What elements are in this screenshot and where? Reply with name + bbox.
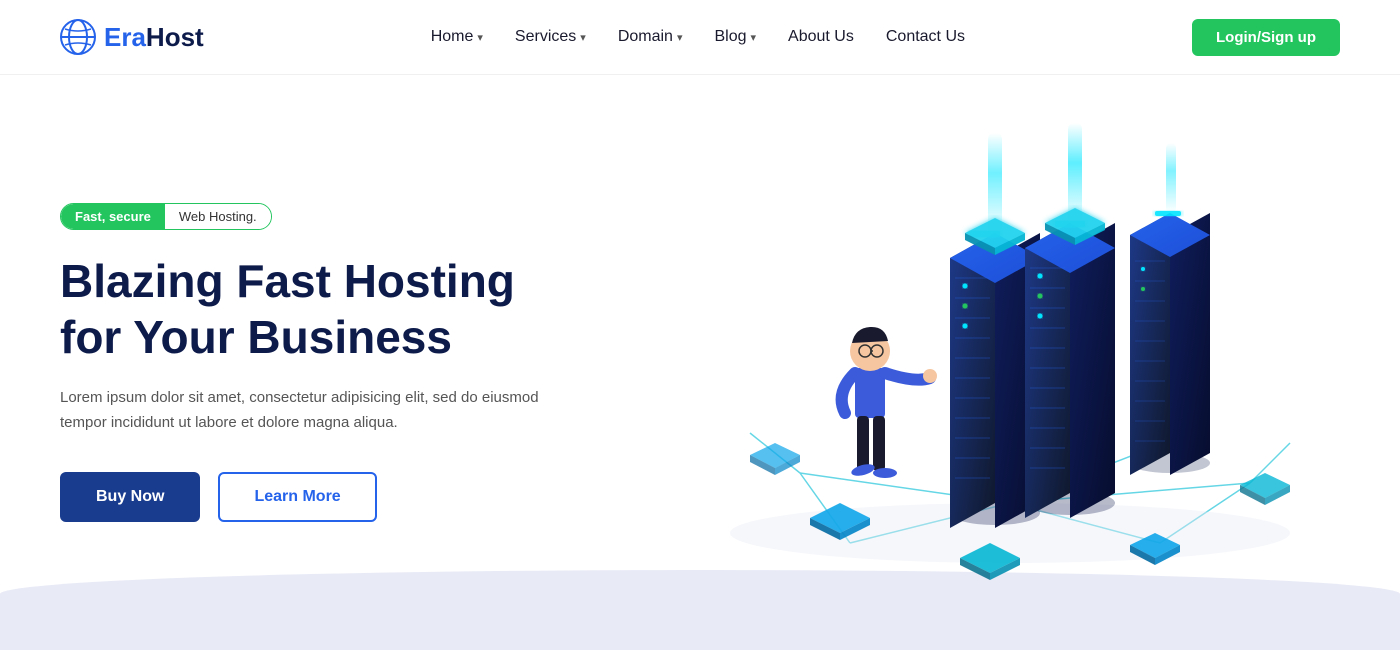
nav-link-blog[interactable]: Blog ▾ (714, 28, 756, 46)
badge-highlight: Fast, secure (61, 204, 165, 229)
nav-item-services[interactable]: Services ▾ (515, 28, 586, 46)
nav-item-domain[interactable]: Domain ▾ (618, 28, 683, 46)
chevron-down-icon: ▾ (477, 31, 483, 44)
nav-link-domain[interactable]: Domain ▾ (618, 28, 683, 46)
chevron-down-icon: ▾ (677, 31, 683, 44)
hero-content: Fast, secure Web Hosting. Blazing Fast H… (60, 203, 680, 521)
logo-icon (60, 19, 96, 55)
nav-link-contact[interactable]: Contact Us (886, 28, 965, 46)
nav-item-contact[interactable]: Contact Us (886, 28, 965, 46)
hero-badge: Fast, secure Web Hosting. (60, 203, 272, 230)
logo[interactable]: EraHost (60, 19, 204, 55)
hero-buttons: Buy Now Learn More (60, 472, 680, 522)
learn-more-button[interactable]: Learn More (218, 472, 376, 522)
person-figure (842, 326, 937, 477)
hero-title: Blazing Fast Hosting for Your Business (60, 254, 680, 364)
nav-item-home[interactable]: Home ▾ (431, 28, 483, 46)
logo-text: EraHost (104, 22, 204, 53)
hero-description: Lorem ipsum dolor sit amet, consectetur … (60, 385, 540, 436)
nav-link-about[interactable]: About Us (788, 28, 854, 46)
nav-links: Home ▾ Services ▾ Domain ▾ Blog ▾ About (431, 28, 965, 46)
nav-item-about[interactable]: About Us (788, 28, 854, 46)
server-scene (700, 113, 1320, 613)
server-illustration-svg (700, 113, 1320, 613)
navbar: EraHost Home ▾ Services ▾ Domain ▾ Blog (0, 0, 1400, 75)
nav-item-blog[interactable]: Blog ▾ (714, 28, 756, 46)
chevron-down-icon: ▾ (751, 31, 757, 44)
nav-link-services[interactable]: Services ▾ (515, 28, 586, 46)
hero-section: Fast, secure Web Hosting. Blazing Fast H… (0, 75, 1400, 650)
hero-illustration (680, 75, 1340, 650)
badge-text: Web Hosting. (165, 204, 271, 229)
chevron-down-icon: ▾ (580, 31, 586, 44)
buy-now-button[interactable]: Buy Now (60, 472, 200, 522)
nav-link-home[interactable]: Home ▾ (431, 28, 483, 46)
login-signup-button[interactable]: Login/Sign up (1192, 19, 1340, 56)
